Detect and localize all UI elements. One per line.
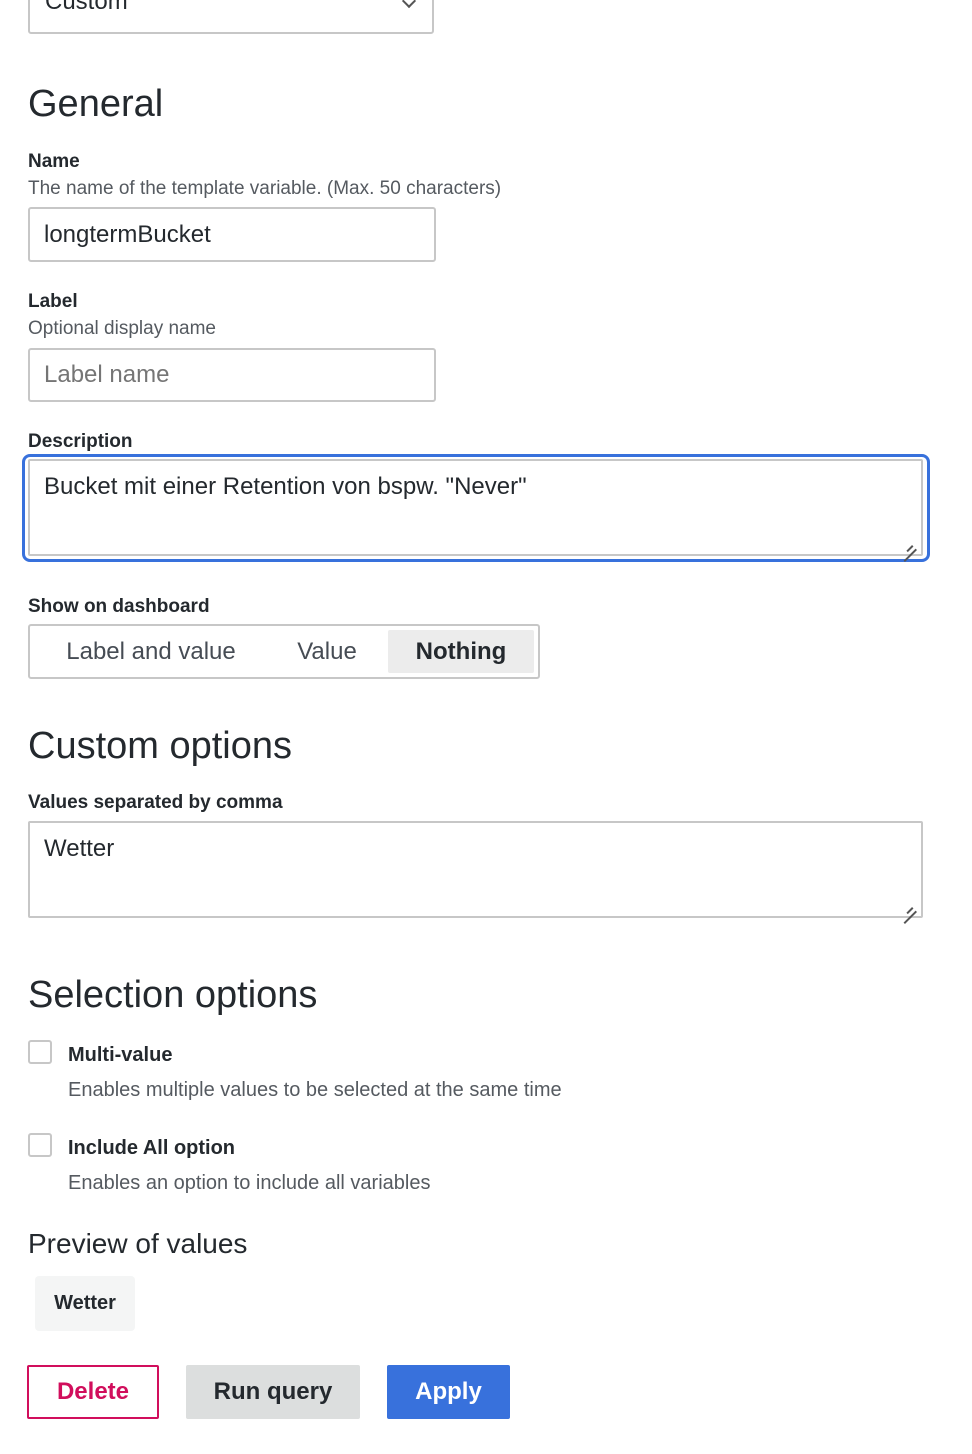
values-label: Values separated by comma: [28, 792, 283, 813]
name-label: Name: [28, 151, 80, 172]
apply-button[interactable]: Apply: [387, 1365, 510, 1419]
custom-options-heading: Custom options: [28, 725, 293, 767]
chevron-down-icon: [401, 0, 417, 9]
multi-value-description: Enables multiple values to be selected a…: [68, 1079, 562, 1101]
include-all-checkbox[interactable]: [28, 1133, 52, 1157]
include-all-description: Enables an option to include all variabl…: [68, 1172, 431, 1194]
show-option-value[interactable]: Value: [268, 630, 386, 673]
label-description: Optional display name: [28, 318, 216, 339]
values-value: Wetter: [44, 835, 115, 862]
label-label: Label: [28, 291, 78, 312]
variable-type-select[interactable]: Custom: [28, 0, 434, 34]
variable-type-value: Custom: [45, 0, 128, 15]
run-query-button[interactable]: Run query: [186, 1365, 360, 1419]
description-value: Bucket mit einer Retention von bspw. "Ne…: [44, 473, 527, 500]
name-input[interactable]: [28, 207, 436, 262]
show-option-nothing[interactable]: Nothing: [388, 630, 534, 673]
show-on-dashboard-label: Show on dashboard: [28, 596, 210, 617]
description-label: Description: [28, 431, 133, 452]
multi-value-checkbox[interactable]: [28, 1040, 52, 1064]
values-textarea[interactable]: Wetter: [28, 821, 923, 918]
label-input[interactable]: [28, 348, 436, 402]
selection-options-heading: Selection options: [28, 974, 318, 1016]
delete-button[interactable]: Delete: [27, 1365, 159, 1419]
name-description: The name of the template variable. (Max.…: [28, 178, 502, 199]
resize-handle-icon[interactable]: [903, 898, 917, 912]
general-heading: General: [28, 83, 164, 125]
show-on-dashboard-radio-group: Label and value Value Nothing: [28, 624, 540, 679]
show-option-label-and-value[interactable]: Label and value: [34, 630, 268, 673]
include-all-label[interactable]: Include All option: [68, 1137, 235, 1160]
multi-value-label[interactable]: Multi-value: [68, 1044, 172, 1067]
description-textarea[interactable]: Bucket mit einer Retention von bspw. "Ne…: [28, 459, 923, 556]
preview-value-chip: Wetter: [35, 1276, 135, 1331]
preview-heading: Preview of values: [28, 1228, 248, 1259]
resize-handle-icon[interactable]: [903, 536, 917, 550]
